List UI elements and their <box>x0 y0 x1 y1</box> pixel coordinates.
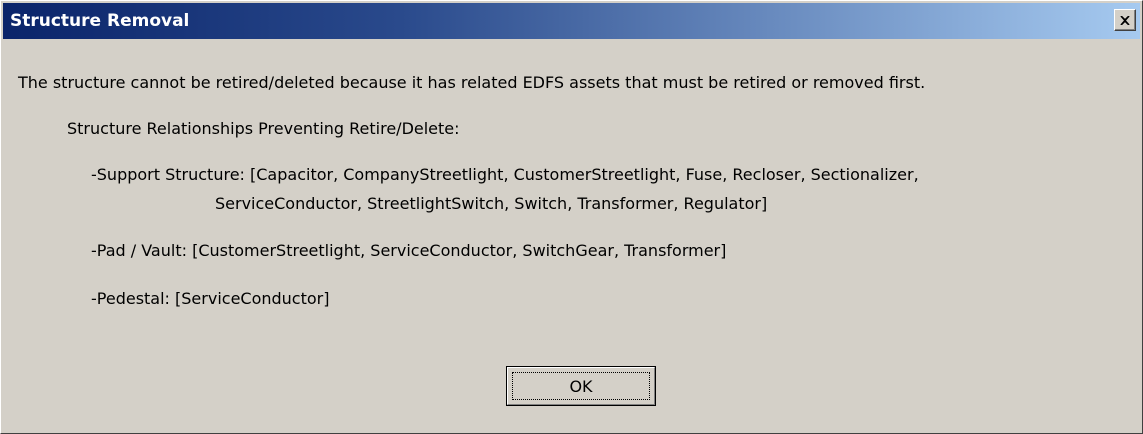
structure-removal-dialog: Structure Removal The structure cannot b… <box>0 0 1143 434</box>
title-bar[interactable]: Structure Removal <box>3 3 1140 39</box>
relationship-pedestal: -Pedestal: [ServiceConductor] <box>91 289 330 308</box>
relationships-heading: Structure Relationships Preventing Retir… <box>67 119 460 138</box>
ok-button-label: OK <box>569 376 593 396</box>
close-icon <box>1120 15 1130 25</box>
ok-button[interactable]: OK <box>506 366 656 406</box>
error-message: The structure cannot be retired/deleted … <box>18 73 926 92</box>
window-title: Structure Removal <box>10 11 190 31</box>
ok-button-bevel: OK <box>507 367 655 405</box>
relationship-support-structure-continued: ServiceConductor, StreetlightSwitch, Swi… <box>215 194 768 213</box>
relationship-support-structure: -Support Structure: [Capacitor, CompanyS… <box>91 165 919 184</box>
close-button[interactable] <box>1114 9 1136 31</box>
relationship-pad-vault: -Pad / Vault: [CustomerStreetlight, Serv… <box>91 241 727 260</box>
ok-button-focus-ring: OK <box>512 372 650 400</box>
